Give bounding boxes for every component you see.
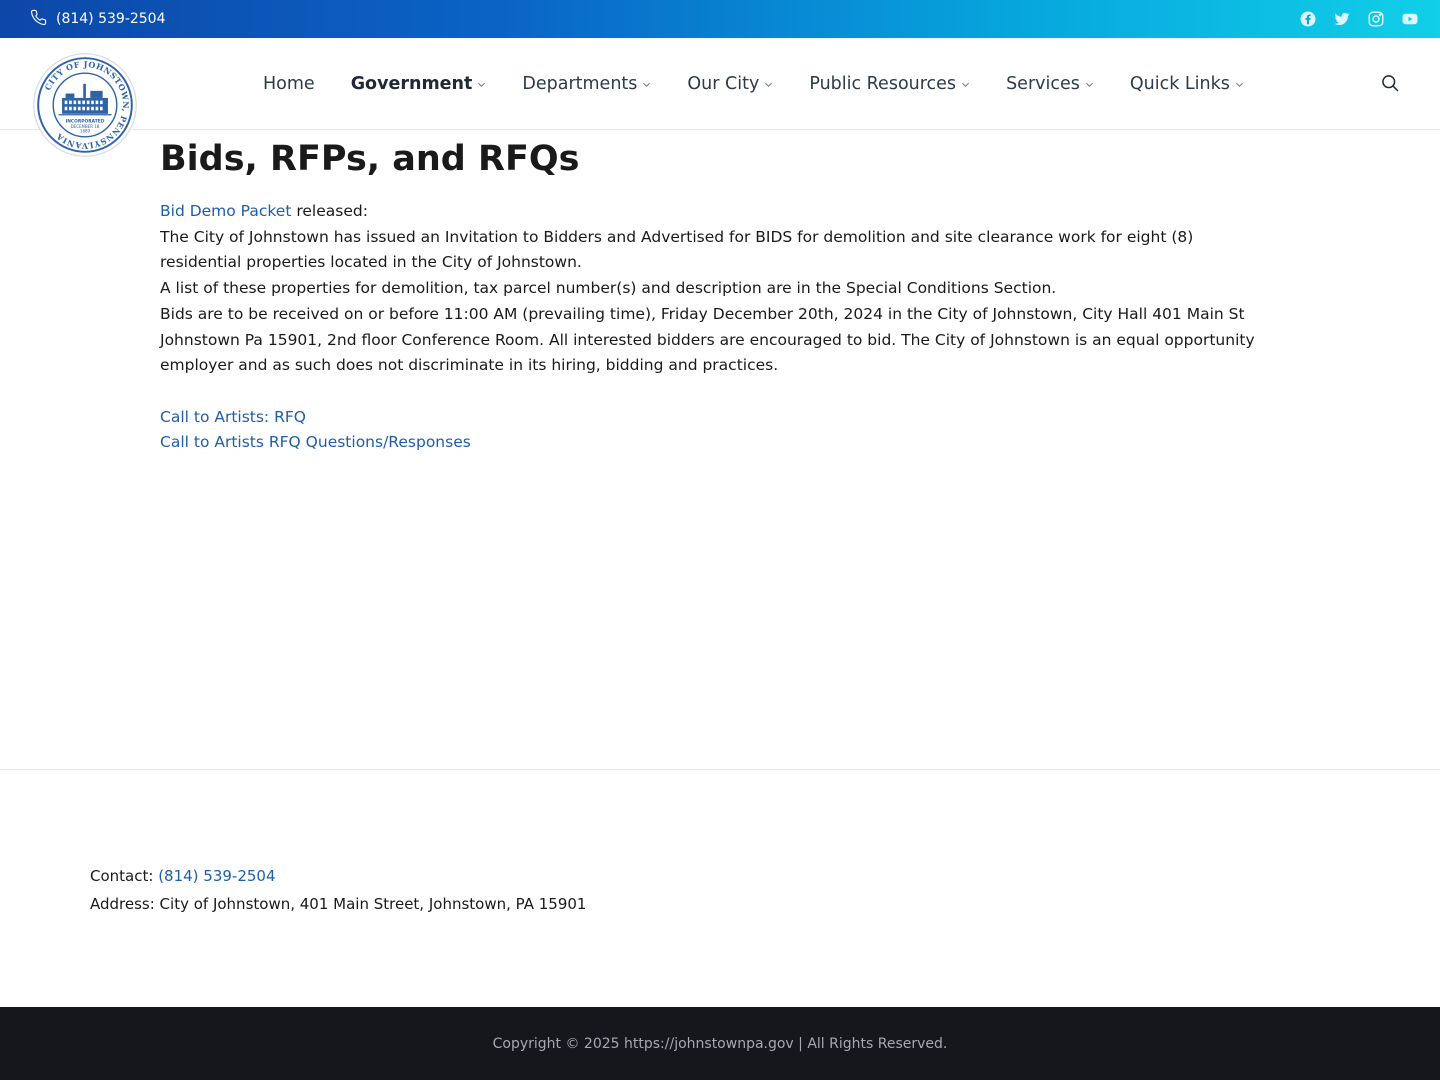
topbar-phone-link[interactable]: (814) 539-2504 bbox=[30, 0, 166, 38]
page-title: Bids, RFPs, and RFQs bbox=[160, 139, 580, 179]
search-button[interactable] bbox=[1380, 73, 1400, 93]
footer-phone-link[interactable]: (814) 539-2504 bbox=[158, 867, 275, 885]
topbar-phone-text: (814) 539-2504 bbox=[56, 11, 166, 27]
main-content: Bids, RFPs, and RFQs Bid Demo Packet rel… bbox=[160, 130, 1260, 456]
bid-release-line: Bid Demo Packet released: bbox=[160, 199, 1260, 225]
footer-info: Contact: (814) 539-2504 Address: City of… bbox=[90, 862, 586, 918]
twitter-icon[interactable] bbox=[1333, 10, 1351, 28]
chevron-down-icon bbox=[1235, 80, 1244, 89]
nav-item-label: Home bbox=[263, 74, 315, 94]
bid-release-suffix: released: bbox=[291, 202, 368, 220]
chevron-down-icon bbox=[642, 80, 651, 89]
main-nav: Home Government Departments Our City Pub… bbox=[263, 38, 1280, 130]
nav-item-label: Public Resources bbox=[809, 74, 957, 94]
search-icon bbox=[1380, 75, 1400, 97]
footer-address: Address: City of Johnstown, 401 Main Str… bbox=[90, 895, 587, 913]
bid-demo-packet-link[interactable]: Bid Demo Packet bbox=[160, 202, 291, 220]
footer-contact-label: Contact: bbox=[90, 867, 159, 885]
logo-inner-line-3: 1889 bbox=[80, 128, 91, 133]
nav-item-departments[interactable]: Departments bbox=[522, 74, 651, 94]
footer-contact: Contact: (814) 539-2504 bbox=[90, 862, 586, 890]
phone-icon bbox=[30, 9, 47, 30]
chevron-down-icon bbox=[1085, 80, 1094, 89]
nav-item-label: Our City bbox=[687, 74, 760, 94]
copyright-text: Copyright © 2025 https://johnstownpa.gov… bbox=[492, 1035, 948, 1052]
chevron-down-icon bbox=[961, 80, 970, 89]
nav-item-label: Departments bbox=[522, 74, 638, 94]
nav-item-quick-links[interactable]: Quick Links bbox=[1130, 74, 1244, 94]
nav-item-our-city[interactable]: Our City bbox=[687, 74, 773, 94]
bid-paragraph-1: The City of Johnstown has issued an Invi… bbox=[160, 227, 1194, 272]
chevron-down-icon bbox=[764, 80, 773, 89]
top-bar: (814) 539-2504 bbox=[0, 0, 1440, 38]
nav-item-label: Services bbox=[1006, 74, 1080, 94]
instagram-icon[interactable] bbox=[1367, 10, 1385, 28]
nav-item-public-resources[interactable]: Public Resources bbox=[809, 74, 970, 94]
nav-item-services[interactable]: Services bbox=[1006, 74, 1094, 94]
social-links bbox=[1299, 0, 1419, 38]
copyright-bar: Copyright © 2025 https://johnstownpa.gov… bbox=[0, 1007, 1440, 1080]
nav-item-label: Government bbox=[350, 74, 473, 94]
call-to-artists-rfq-link[interactable]: Call to Artists: RFQ bbox=[160, 408, 306, 426]
site-header: CITY OF JOHNSTOWN, PENNSYLVANIA INCORPOR… bbox=[0, 38, 1440, 157]
bid-paragraph-3: Bids are to be received on or before 11:… bbox=[160, 304, 1255, 375]
bids-content: Bid Demo Packet released: The City of Jo… bbox=[160, 199, 1260, 456]
nav-item-home[interactable]: Home bbox=[263, 74, 315, 94]
bid-paragraph-2: A list of these properties for demolitio… bbox=[160, 279, 1057, 298]
youtube-icon[interactable] bbox=[1401, 10, 1419, 28]
city-seal-logo[interactable]: CITY OF JOHNSTOWN, PENNSYLVANIA INCORPOR… bbox=[32, 52, 138, 158]
call-to-artists-questions-link[interactable]: Call to Artists RFQ Questions/Responses bbox=[160, 433, 471, 451]
footer-divider bbox=[0, 769, 1440, 770]
nav-item-label: Quick Links bbox=[1129, 74, 1230, 94]
chevron-down-icon bbox=[477, 80, 486, 89]
nav-item-government[interactable]: Government bbox=[351, 74, 487, 94]
facebook-icon[interactable] bbox=[1299, 10, 1317, 28]
